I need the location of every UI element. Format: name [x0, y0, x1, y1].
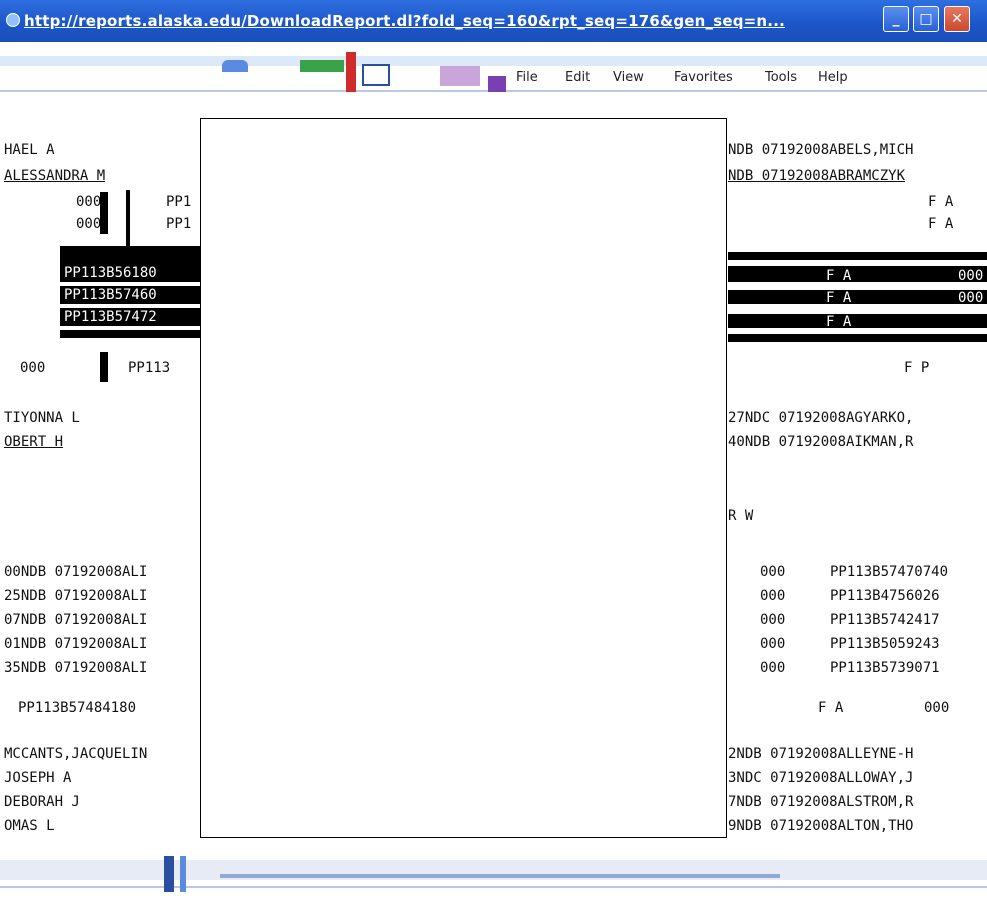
ndb-row: 07NDB 07192008ALI: [4, 612, 148, 628]
back-icon[interactable]: [222, 60, 248, 72]
highlight-row: [60, 330, 200, 338]
highlight-row: [728, 266, 987, 282]
report-line: 27NDC 07192008AGYARKO,: [728, 410, 914, 426]
ndb-pp: PP113B57470740: [830, 564, 949, 580]
highlight-text: PP113B57460: [64, 287, 157, 303]
report-line: OMAS L: [4, 818, 55, 834]
row-bar: [100, 192, 108, 234]
menu-view[interactable]: View: [613, 70, 644, 85]
ndb-code: 000: [760, 660, 786, 676]
highlight-text: PP113B57472: [64, 309, 157, 325]
flag-cell: F A: [928, 194, 954, 210]
close-icon: ✕: [951, 11, 963, 27]
highlight-text: PP113B56180: [64, 265, 157, 281]
maximize-button[interactable]: □: [913, 6, 939, 32]
report-line: OBERT H: [4, 434, 64, 450]
row-bar: [100, 352, 108, 382]
report-line: 7NDB 07192008ALSTROM,R: [728, 794, 914, 810]
report-line: 3NDC 07192008ALLOWAY,J: [728, 770, 914, 786]
pp-line: PP113B57484180: [18, 700, 137, 716]
row-bar: [126, 190, 130, 246]
close-button[interactable]: ✕: [944, 6, 970, 32]
flag-cell: F P: [904, 360, 930, 376]
code-cell: PP113: [128, 360, 171, 376]
ndb-pp: PP113B5059243: [830, 636, 940, 652]
code-cell: 000: [76, 194, 102, 210]
progress-bar: [220, 874, 780, 878]
code-cell: PP1: [166, 216, 192, 232]
pp-code: 000: [924, 700, 950, 716]
report-line: NDB 07192008ABRAMCZYK: [728, 168, 906, 184]
menu-tools[interactable]: Tools: [765, 70, 797, 85]
taskbar-icon[interactable]: [180, 856, 186, 892]
flag-cell: R W: [728, 508, 754, 524]
blank-dialog-window[interactable]: [200, 118, 727, 838]
ndb-pp: PP113B4756026: [830, 588, 940, 604]
status-bar: [0, 850, 987, 907]
report-line: 40NDB 07192008AIKMAN,R: [728, 434, 914, 450]
report-line: DEBORAH J: [4, 794, 80, 810]
toolbar-band: [0, 56, 987, 66]
report-line: HAEL A: [4, 142, 55, 158]
home-icon[interactable]: [362, 64, 390, 86]
highlight-row: [728, 252, 987, 260]
menu-favorites[interactable]: Favorites: [674, 70, 733, 85]
code-cell: 000: [20, 360, 46, 376]
menu-bar: File Edit View Favorites Tools Help: [0, 42, 987, 110]
code-cell: 000: [76, 216, 102, 232]
report-line: NDB 07192008ABELS,MICH: [728, 142, 914, 158]
title-bar: http://reports.alaska.edu/DownloadReport…: [0, 0, 987, 42]
pp-flag: F A: [818, 700, 844, 716]
flag-cell: F A: [928, 216, 954, 232]
ndb-pp: PP113B5742417: [830, 612, 940, 628]
ndb-code: 000: [760, 588, 786, 604]
maximize-icon: □: [919, 11, 933, 27]
menu-help[interactable]: Help: [818, 70, 848, 85]
highlight-row: [728, 314, 987, 328]
ndb-row: 25NDB 07192008ALI: [4, 588, 148, 604]
ie-page-icon: [6, 13, 20, 27]
window-title: http://reports.alaska.edu/DownloadReport…: [24, 12, 785, 30]
ndb-code: 000: [760, 612, 786, 628]
favorites-icon[interactable]: [440, 66, 480, 86]
ndb-row: 01NDB 07192008ALI: [4, 636, 148, 652]
report-line: MCCANTS,JACQUELIN: [4, 746, 148, 762]
ndb-row: 35NDB 07192008ALI: [4, 660, 148, 676]
report-line: TIYONNA L: [4, 410, 80, 426]
menu-file[interactable]: File: [516, 70, 538, 85]
highlight-row: [728, 290, 987, 304]
ndb-code: 000: [760, 636, 786, 652]
highlight-row: [60, 246, 200, 264]
report-line: 9NDB 07192008ALTON,THO: [728, 818, 914, 834]
code-cell: PP1: [166, 194, 192, 210]
report-line: ALESSANDRA M: [4, 168, 106, 184]
report-line: 2NDB 07192008ALLEYNE-H: [728, 746, 914, 762]
ndb-row: 00NDB 07192008ALI: [4, 564, 148, 580]
flag-cell: F A: [826, 268, 852, 284]
menu-edit[interactable]: Edit: [565, 70, 590, 85]
flag-cell: F A: [826, 290, 852, 306]
ndb-code: 000: [760, 564, 786, 580]
status-divider: [0, 886, 987, 888]
code-cell: 000: [958, 268, 984, 284]
report-line: JOSEPH A: [4, 770, 72, 786]
flag-cell: F A: [826, 314, 852, 330]
refresh-icon[interactable]: [300, 60, 344, 72]
highlight-row: [728, 334, 987, 342]
stop-icon[interactable]: [346, 52, 356, 92]
minimize-icon: _: [892, 11, 900, 27]
media-icon[interactable]: [488, 76, 506, 92]
ndb-pp: PP113B5739071: [830, 660, 940, 676]
taskbar-icon[interactable]: [164, 856, 174, 892]
code-cell: 000: [958, 290, 984, 306]
minimize-button[interactable]: _: [883, 6, 909, 32]
